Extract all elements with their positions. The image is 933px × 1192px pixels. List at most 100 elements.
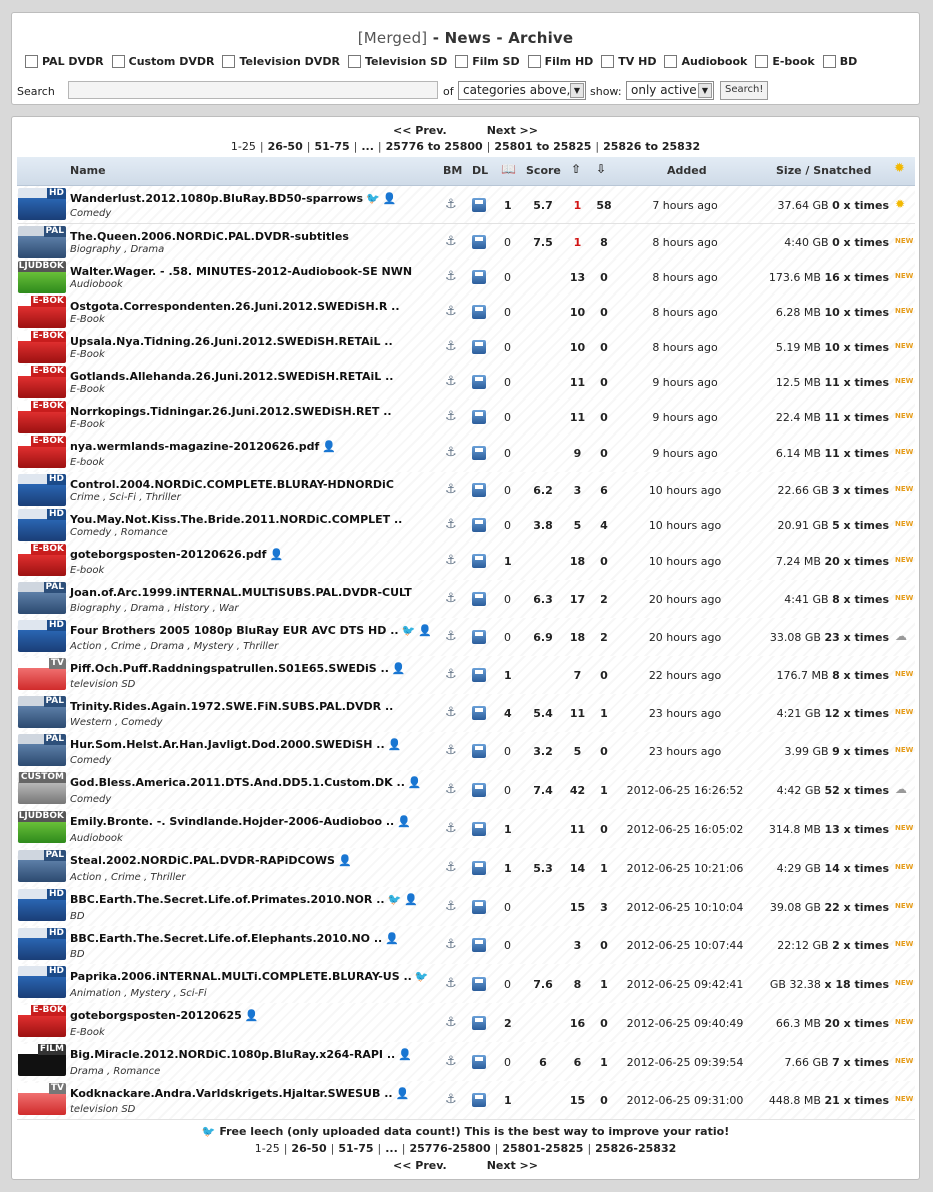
category-ebok-icon[interactable]: E-BOK xyxy=(18,296,66,328)
genre-list[interactable]: Animation , Mystery , Sci-Fi xyxy=(70,988,207,999)
checkbox[interactable] xyxy=(111,55,125,68)
seeders-arrow-icon[interactable]: ⇧ xyxy=(571,162,581,176)
leechers-count[interactable]: 1 xyxy=(593,1056,615,1069)
leechers-count[interactable]: 0 xyxy=(593,745,615,758)
seeders-count[interactable]: 6 xyxy=(565,1056,590,1069)
category-checkbox-8[interactable]: E-book xyxy=(755,55,815,68)
torrent-name-link[interactable]: Norrkopings.Tidningar.26.Juni.2012.SWEDi… xyxy=(70,405,392,418)
checkbox[interactable] xyxy=(822,55,836,68)
bookmark-anchor-icon[interactable]: ⚓ xyxy=(445,1015,457,1030)
comments-count[interactable]: 0 xyxy=(504,271,511,284)
seeders-count[interactable]: 5 xyxy=(565,745,590,758)
page-link[interactable]: 25776 to 25800 xyxy=(386,140,483,153)
leechers-count[interactable]: 58 xyxy=(593,199,615,212)
leechers-arrow-icon[interactable]: ⇩ xyxy=(596,162,606,176)
comments-count[interactable]: 0 xyxy=(504,593,511,606)
category-checkbox-0[interactable]: PAL DVDR xyxy=(25,55,104,68)
genre-list[interactable]: Comedy , Romance xyxy=(70,527,168,538)
torrent-name-link[interactable]: BBC.Earth.The.Secret.Life.of.Primates.20… xyxy=(70,893,418,906)
seeders-count[interactable]: 18 xyxy=(565,631,590,644)
leechers-count[interactable]: 1 xyxy=(593,784,615,797)
snatched-count[interactable]: 20 x times xyxy=(824,1017,889,1030)
next-link[interactable]: Next >> xyxy=(487,124,538,137)
seeders-count[interactable]: 1 xyxy=(565,236,590,249)
category-tv-icon[interactable]: TV xyxy=(18,658,66,690)
leechers-count[interactable]: 0 xyxy=(593,939,615,952)
download-icon[interactable] xyxy=(472,1016,486,1030)
genre-list[interactable]: Comedy xyxy=(70,208,111,219)
comments-count[interactable]: 1 xyxy=(504,862,512,875)
page-link[interactable]: 25776-25800 xyxy=(410,1142,491,1155)
bookmark-anchor-icon[interactable]: ⚓ xyxy=(445,860,457,875)
comments-count[interactable]: 1 xyxy=(504,555,512,568)
torrent-name-link[interactable]: nya.wermlands-magazine-20120626.pdf 👤 xyxy=(70,440,336,453)
bookmark-anchor-icon[interactable]: ⚓ xyxy=(445,517,457,532)
seeders-count[interactable]: 3 xyxy=(565,484,590,497)
category-bd-icon[interactable]: HD xyxy=(18,620,66,652)
category-select[interactable]: categories above, ▼ xyxy=(458,81,586,100)
genre-list[interactable]: Audiobook xyxy=(70,279,123,290)
bookmark-anchor-icon[interactable]: ⚓ xyxy=(445,197,457,212)
bookmark-anchor-icon[interactable]: ⚓ xyxy=(445,937,457,952)
torrent-name-link[interactable]: Big.Miracle.2012.NORDiC.1080p.BluRay.x26… xyxy=(70,1048,412,1061)
page-link[interactable]: 1-25 xyxy=(255,1142,280,1155)
comments-count[interactable]: 0 xyxy=(504,236,511,249)
checkbox[interactable] xyxy=(527,55,541,68)
header-added[interactable]: Added xyxy=(667,164,707,177)
category-checkbox-4[interactable]: Film SD xyxy=(455,55,520,68)
checkbox[interactable] xyxy=(755,55,769,68)
download-icon[interactable] xyxy=(472,900,486,914)
snatched-count[interactable]: 13 x times xyxy=(824,823,889,836)
torrent-name-link[interactable]: goteborgsposten-20120625 👤 xyxy=(70,1009,258,1022)
comments-count[interactable]: 0 xyxy=(504,519,511,532)
comments-count[interactable]: 1 xyxy=(504,199,512,212)
bookmark-anchor-icon[interactable]: ⚓ xyxy=(445,339,457,354)
page-link[interactable]: ... xyxy=(385,1142,398,1155)
genre-list[interactable]: Drama , Romance xyxy=(70,1066,160,1077)
category-bd-icon[interactable]: HD xyxy=(18,966,66,998)
category-ebok-icon[interactable]: E-BOK xyxy=(18,1005,66,1037)
comments-count[interactable]: 0 xyxy=(504,939,511,952)
torrent-name-link[interactable]: BBC.Earth.The.Secret.Life.of.Elephants.2… xyxy=(70,932,399,945)
snatched-count[interactable]: 8 x times xyxy=(832,669,889,682)
torrent-name-link[interactable]: Joan.of.Arc.1999.iNTERNAL.MULTiSUBS.PAL.… xyxy=(70,586,412,599)
snatched-count[interactable]: 16 x times xyxy=(824,271,889,284)
seeders-count[interactable]: 16 xyxy=(565,1017,590,1030)
snatched-count[interactable]: 12 x times xyxy=(824,707,889,720)
bookmark-anchor-icon[interactable]: ⚓ xyxy=(445,629,457,644)
seeders-count[interactable]: 9 xyxy=(565,447,590,460)
torrent-name-link[interactable]: goteborgsposten-20120626.pdf 👤 xyxy=(70,548,283,561)
category-bd-icon[interactable]: HD xyxy=(18,928,66,960)
genre-list[interactable]: Western , Comedy xyxy=(70,717,163,728)
bookmark-anchor-icon[interactable]: ⚓ xyxy=(445,1092,457,1107)
seeders-count[interactable]: 14 xyxy=(565,862,590,875)
leechers-count[interactable]: 0 xyxy=(593,447,615,460)
snatched-count[interactable]: 8 x times xyxy=(832,593,889,606)
comments-icon[interactable]: 📖 xyxy=(501,162,516,176)
genre-list[interactable]: Comedy xyxy=(70,794,111,805)
page-link[interactable]: ... xyxy=(361,140,374,153)
leechers-count[interactable]: 0 xyxy=(593,411,615,424)
torrent-name-link[interactable]: Upsala.Nya.Tidning.26.Juni.2012.SWEDiSH.… xyxy=(70,335,393,348)
snatched-count[interactable]: 11 x times xyxy=(824,411,889,424)
genre-list[interactable]: television SD xyxy=(70,679,135,690)
seeders-count[interactable]: 15 xyxy=(565,1094,590,1107)
download-icon[interactable] xyxy=(472,375,486,389)
category-ljud-icon[interactable]: LJUDBOK xyxy=(18,811,66,843)
seeders-count[interactable]: 11 xyxy=(565,707,590,720)
torrent-name-link[interactable]: Four Brothers 2005 1080p BluRay EUR AVC … xyxy=(70,624,432,637)
leechers-count[interactable]: 0 xyxy=(593,669,615,682)
download-icon[interactable] xyxy=(472,861,486,875)
category-tv-icon[interactable]: TV xyxy=(18,1083,66,1115)
download-icon[interactable] xyxy=(472,783,486,797)
comments-count[interactable]: 0 xyxy=(504,745,511,758)
leechers-count[interactable]: 1 xyxy=(593,978,615,991)
snatched-count[interactable]: 52 x times xyxy=(824,784,889,797)
page-link[interactable]: 51-75 xyxy=(338,1142,373,1155)
genre-list[interactable]: Audiobook xyxy=(70,833,123,844)
snatched-count[interactable]: 10 x times xyxy=(824,341,889,354)
comments-count[interactable]: 0 xyxy=(504,484,511,497)
checkbox[interactable] xyxy=(347,55,361,68)
snatched-count[interactable]: x 18 times xyxy=(824,978,889,991)
category-ebok-icon[interactable]: E-BOK xyxy=(18,366,66,398)
